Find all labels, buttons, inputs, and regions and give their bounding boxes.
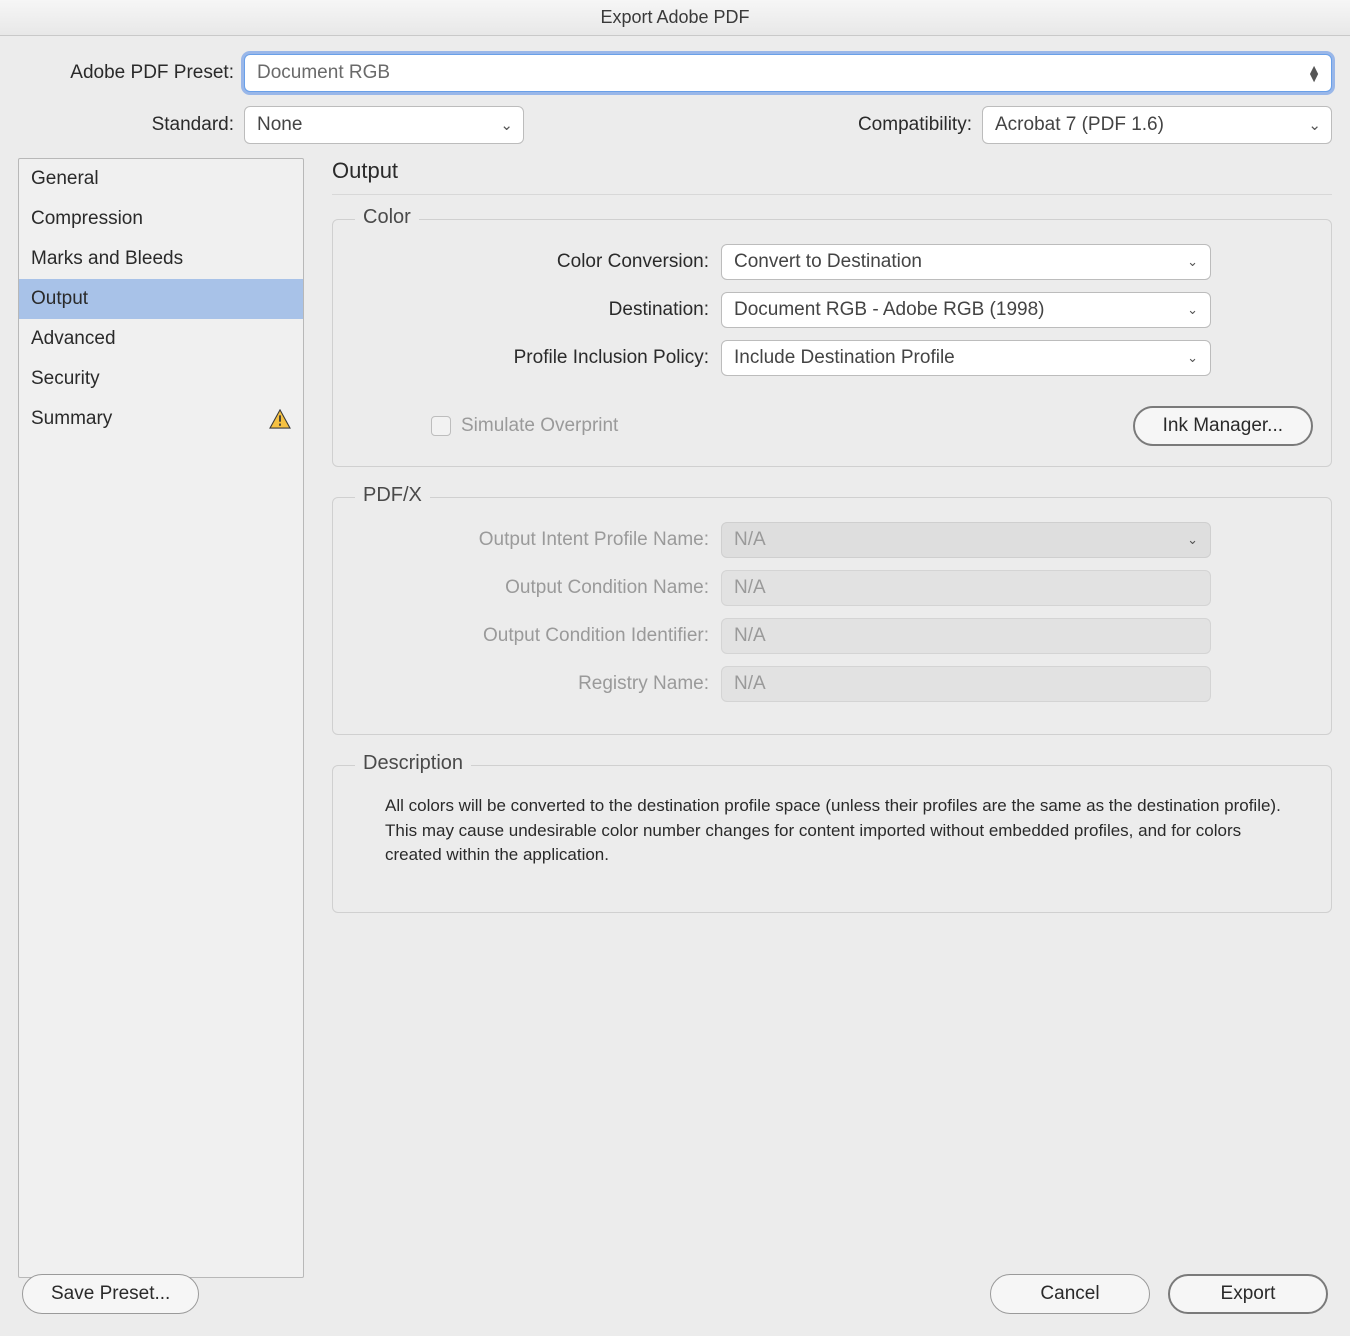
export-label: Export bbox=[1221, 1283, 1276, 1305]
pdfx-legend: PDF/X bbox=[355, 484, 430, 507]
pdfx-fieldset: PDF/X Output Intent Profile Name: N/A ⌄ … bbox=[332, 497, 1332, 735]
chevron-down-icon: ⌄ bbox=[1187, 532, 1198, 548]
policy-label: Profile Inclusion Policy: bbox=[351, 347, 721, 369]
description-fieldset: Description All colors will be converted… bbox=[332, 765, 1332, 913]
save-preset-label: Save Preset... bbox=[51, 1283, 170, 1305]
color-conversion-value: Convert to Destination bbox=[734, 251, 922, 273]
sidebar-item-label: Output bbox=[31, 288, 88, 310]
standard-label: Standard: bbox=[18, 114, 244, 136]
sidebar-item-output[interactable]: Output bbox=[19, 279, 303, 319]
chevron-down-icon: ⌄ bbox=[1187, 302, 1198, 318]
chevron-down-icon: ⌄ bbox=[1187, 254, 1198, 270]
policy-value: Include Destination Profile bbox=[734, 347, 955, 369]
chevron-down-icon: ⌄ bbox=[500, 116, 513, 134]
registry-field: N/A bbox=[721, 666, 1211, 702]
cancel-button[interactable]: Cancel bbox=[990, 1274, 1150, 1314]
divider bbox=[332, 194, 1332, 195]
destination-label: Destination: bbox=[351, 299, 721, 321]
sidebar-item-label: Security bbox=[31, 368, 100, 390]
registry-value: N/A bbox=[734, 673, 766, 695]
sidebar-item-summary[interactable]: Summary bbox=[19, 399, 303, 439]
compatibility-label: Compatibility: bbox=[858, 114, 982, 136]
description-legend: Description bbox=[355, 752, 471, 775]
ink-manager-label: Ink Manager... bbox=[1163, 415, 1283, 437]
cond-id-label: Output Condition Identifier: bbox=[351, 625, 721, 647]
cond-id-value: N/A bbox=[734, 625, 766, 647]
save-preset-button[interactable]: Save Preset... bbox=[22, 1274, 199, 1314]
chevron-down-icon: ⌄ bbox=[1308, 116, 1321, 134]
cond-name-field: N/A bbox=[721, 570, 1211, 606]
cond-name-value: N/A bbox=[734, 577, 766, 599]
ink-manager-button[interactable]: Ink Manager... bbox=[1133, 406, 1313, 446]
sidebar-item-marks-bleeds[interactable]: Marks and Bleeds bbox=[19, 239, 303, 279]
sidebar-item-general[interactable]: General bbox=[19, 159, 303, 199]
chevron-updown-icon: ▲▼ bbox=[1307, 65, 1321, 81]
cond-id-field: N/A bbox=[721, 618, 1211, 654]
intent-label: Output Intent Profile Name: bbox=[351, 529, 721, 551]
standard-value: None bbox=[257, 114, 302, 136]
warning-icon bbox=[269, 409, 291, 429]
preset-select[interactable]: Document RGB ▲▼ bbox=[244, 54, 1332, 92]
color-conversion-label: Color Conversion: bbox=[351, 251, 721, 273]
sidebar-item-advanced[interactable]: Advanced bbox=[19, 319, 303, 359]
sidebar: General Compression Marks and Bleeds Out… bbox=[18, 158, 304, 1278]
policy-select[interactable]: Include Destination Profile ⌄ bbox=[721, 340, 1211, 376]
sidebar-item-label: Marks and Bleeds bbox=[31, 248, 183, 270]
cond-name-label: Output Condition Name: bbox=[351, 577, 721, 599]
sidebar-item-security[interactable]: Security bbox=[19, 359, 303, 399]
sidebar-item-compression[interactable]: Compression bbox=[19, 199, 303, 239]
intent-select: N/A ⌄ bbox=[721, 522, 1211, 558]
chevron-down-icon: ⌄ bbox=[1187, 350, 1198, 366]
page-title: Output bbox=[332, 158, 1332, 184]
description-text: All colors will be converted to the dest… bbox=[351, 790, 1313, 908]
standard-select[interactable]: None ⌄ bbox=[244, 106, 524, 144]
sidebar-item-label: Advanced bbox=[31, 328, 116, 350]
window-title: Export Adobe PDF bbox=[600, 7, 749, 28]
compatibility-value: Acrobat 7 (PDF 1.6) bbox=[995, 114, 1164, 136]
registry-label: Registry Name: bbox=[351, 673, 721, 695]
simulate-overprint-checkbox: Simulate Overprint bbox=[431, 415, 618, 437]
compatibility-select[interactable]: Acrobat 7 (PDF 1.6) ⌄ bbox=[982, 106, 1332, 144]
sidebar-item-label: Compression bbox=[31, 208, 143, 230]
simulate-overprint-label: Simulate Overprint bbox=[461, 415, 618, 437]
color-fieldset: Color Color Conversion: Convert to Desti… bbox=[332, 219, 1332, 467]
color-conversion-select[interactable]: Convert to Destination ⌄ bbox=[721, 244, 1211, 280]
sidebar-item-label: General bbox=[31, 168, 99, 190]
destination-select[interactable]: Document RGB - Adobe RGB (1998) ⌄ bbox=[721, 292, 1211, 328]
destination-value: Document RGB - Adobe RGB (1998) bbox=[734, 299, 1044, 321]
preset-label: Adobe PDF Preset: bbox=[18, 62, 244, 84]
cancel-label: Cancel bbox=[1040, 1283, 1099, 1305]
title-bar: Export Adobe PDF bbox=[0, 0, 1350, 36]
sidebar-item-label: Summary bbox=[31, 408, 112, 430]
export-button[interactable]: Export bbox=[1168, 1274, 1328, 1314]
color-legend: Color bbox=[355, 206, 419, 229]
intent-value: N/A bbox=[734, 529, 766, 551]
preset-value: Document RGB bbox=[257, 62, 390, 84]
checkbox-box bbox=[431, 416, 451, 436]
